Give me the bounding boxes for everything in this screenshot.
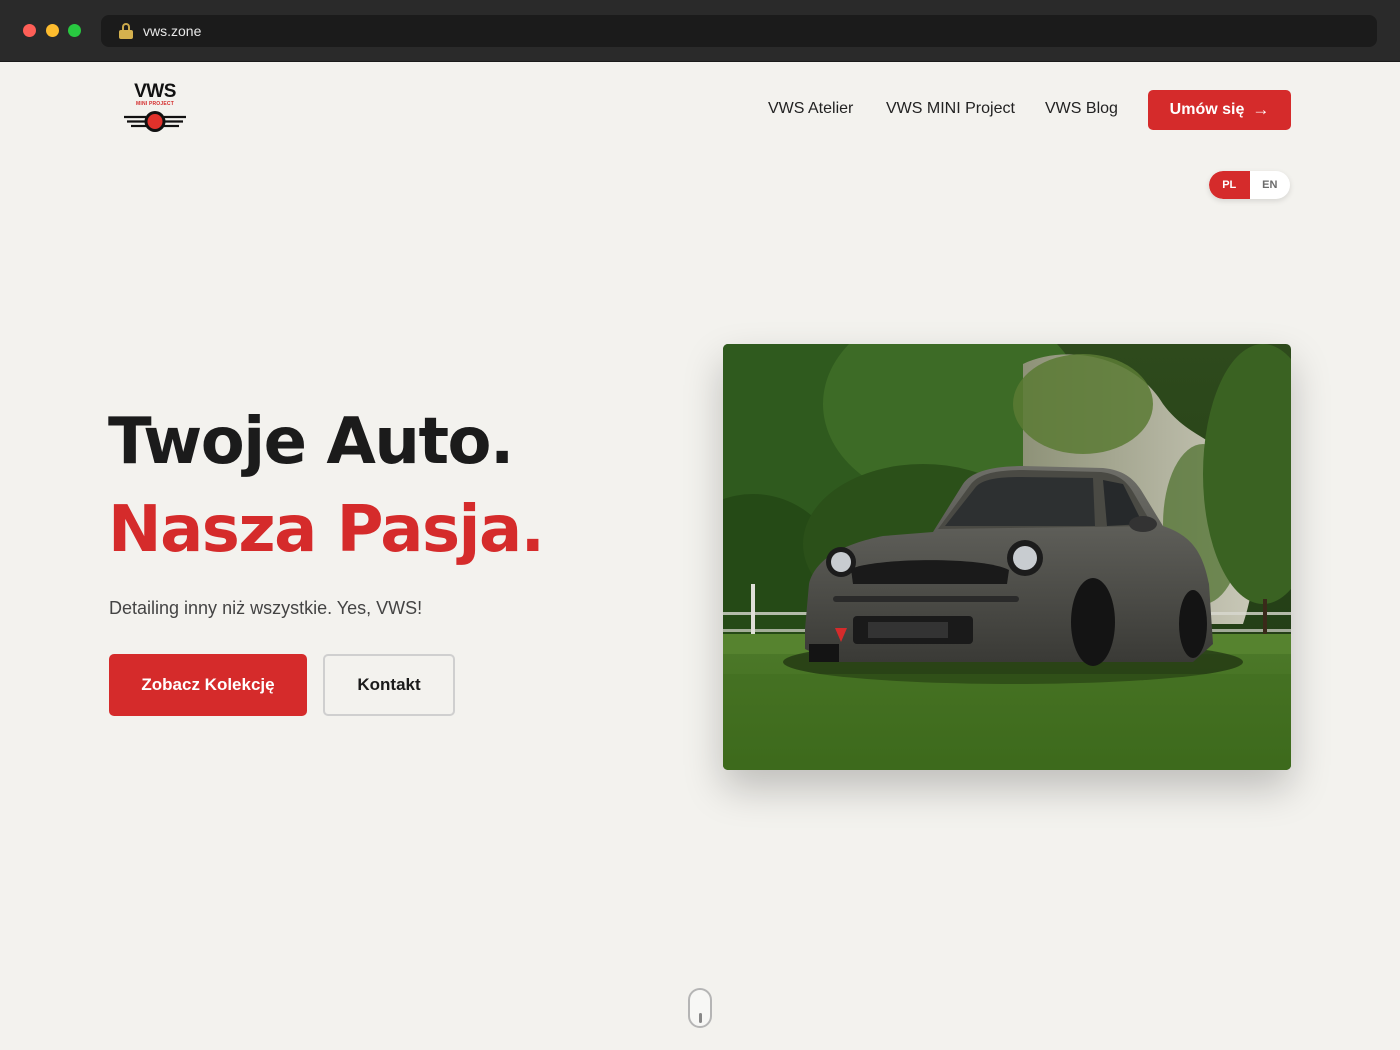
browser-chrome: vws.zone — [0, 0, 1400, 62]
hero-car-image — [723, 344, 1291, 770]
nav-link-mini-project[interactable]: VWS MINI Project — [886, 100, 1015, 118]
winged-wheel-icon — [124, 111, 186, 132]
view-collection-button[interactable]: Zobacz Kolekcję — [109, 654, 307, 716]
url-text[interactable]: vws.zone — [143, 23, 201, 39]
logo-brand: VWS — [134, 81, 176, 102]
page: VWS MINI PROJECT VWS Atelier VWS MINI Pr… — [0, 62, 1400, 1050]
contact-button[interactable]: Kontakt — [323, 654, 455, 716]
maximize-window-button[interactable] — [68, 24, 81, 37]
scroll-down-indicator[interactable] — [688, 988, 712, 1028]
close-window-button[interactable] — [23, 24, 36, 37]
arrow-right-icon: → — [1252, 100, 1270, 119]
book-appointment-button[interactable]: Umów się → — [1148, 90, 1291, 130]
lang-option-pl[interactable]: PL — [1209, 171, 1250, 199]
hero-title-line-1: Twoje Auto. — [108, 405, 514, 479]
site-logo[interactable]: VWS MINI PROJECT — [122, 82, 190, 138]
lang-option-en[interactable]: EN — [1250, 171, 1291, 199]
hero-tagline: Detailing inny niż wszystkie. Yes, VWS! — [109, 598, 423, 618]
car-photo — [723, 344, 1291, 770]
nav-link-blog[interactable]: VWS Blog — [1045, 100, 1118, 118]
hero-title-line-2: Nasza Pasja. — [108, 493, 545, 567]
nav-link-atelier[interactable]: VWS Atelier — [768, 100, 853, 118]
address-bar[interactable]: vws.zone — [101, 15, 1377, 47]
language-switcher: PL EN — [1209, 171, 1290, 199]
book-appointment-label: Umów się — [1169, 101, 1245, 118]
mouse-wheel-icon — [699, 1013, 702, 1023]
minimize-window-button[interactable] — [46, 24, 59, 37]
lock-icon — [119, 23, 133, 39]
